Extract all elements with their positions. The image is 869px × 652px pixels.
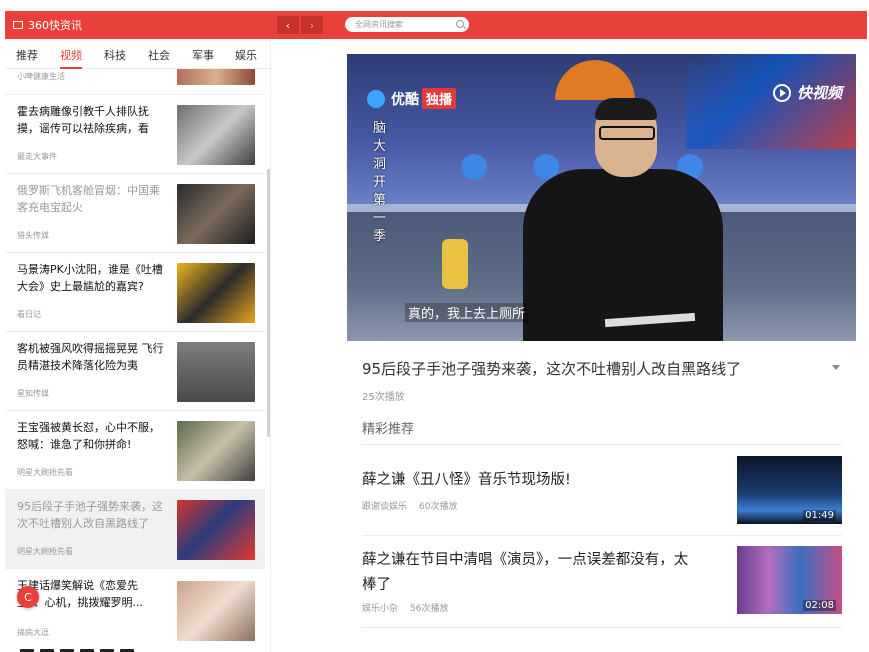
recommendation-duration: 01:49 [803, 510, 836, 521]
app-title: 360快资讯 [28, 19, 82, 32]
stage-ball [461, 154, 487, 180]
list-item[interactable]: 马景涛PK小沈阳，谁是《吐槽大会》史上最尴尬的嘉宾? 看日记 [5, 253, 265, 332]
list-item[interactable]: 王建话爆笑解说《恋爱先生》：心机，挑拨耀罗明... 搞病大逗 [5, 569, 265, 652]
exclusive-badge: 独播 [422, 88, 457, 109]
list-item[interactable]: 小啤健康生活 [5, 39, 265, 95]
nav-buttons: ‹ › [277, 16, 325, 34]
item-source: 明星大刷抢先看 [17, 547, 73, 556]
recommendation-thumbnail: 01:49 [737, 456, 842, 524]
recommendation-item[interactable]: 薛之谦在节目中清唱《演员》，一点误差都没有，太棒了 娱乐小杂 56次播放 02:… [362, 546, 842, 626]
category-tabs: 推荐 视频 科技 社会 军事 娱乐 [5, 39, 270, 69]
tab-recommend[interactable]: 推荐 [16, 47, 38, 63]
divider [362, 627, 842, 628]
youku-logo-text: 优酷 [391, 91, 419, 108]
item-source: 最走大事件 [17, 152, 57, 161]
stage-mascot [442, 239, 468, 289]
tab-society[interactable]: 社会 [148, 47, 170, 63]
forward-button[interactable]: › [301, 16, 323, 34]
search-input[interactable]: 全网资讯搜索 [345, 17, 469, 32]
item-title: 客机被强风吹得摇摇晃晃 飞行员精湛技术降落化险为夷 [17, 342, 164, 372]
list-scrollbar[interactable] [267, 169, 270, 437]
item-title: 俄罗斯飞机客舱冒烟：中国乘客充电宝起火 [17, 184, 160, 214]
recommendation-views: 60次播放 [419, 502, 458, 512]
item-thumbnail [177, 342, 255, 402]
item-source: 猎头传媒 [17, 231, 49, 240]
news-list-panel: 推荐 视频 科技 社会 军事 娱乐 小啤健康生活 霍去病雕像引教千人排队抚摸，谣… [5, 39, 271, 652]
recommendation-views: 56次播放 [410, 604, 449, 614]
section-title: 精彩推荐 [362, 422, 415, 437]
item-thumbnail [177, 184, 255, 244]
item-thumbnail [177, 105, 255, 165]
list-item[interactable]: 王宝强被黄长怼，心中不服，怒喊：谁急了和你拼命! 明星大刷抢先看 [5, 411, 265, 490]
recommendation-thumbnail: 02:08 [737, 546, 842, 614]
item-title: 霍去病雕像引教千人排队抚摸，谣传可以祛除疾病，看 [17, 105, 149, 135]
item-source: 小啤健康生活 [17, 72, 65, 81]
video-title: 95后段子手池子强势来袭，这次不吐槽别人改自黑路线了 [362, 360, 742, 378]
youku-logo: 优酷 独播 [367, 88, 457, 109]
recommendation-source: 跟谢谈娱乐 [362, 502, 408, 512]
show-title-vertical: 脑大洞开第一季 [373, 121, 387, 244]
video-views: 25次播放 [362, 392, 405, 403]
item-thumbnail [177, 581, 255, 641]
item-source: 看日记 [17, 310, 41, 319]
video-player[interactable]: 优酷 独播 快视频 脑大洞开第一季 真的，我上去上厕所 [347, 54, 856, 341]
chevron-down-icon[interactable] [832, 365, 840, 370]
recommendation-title: 薛之谦《丑八怪》音乐节现场版! [362, 472, 571, 488]
play-logo-icon [772, 83, 791, 102]
app-brand[interactable]: 360快资讯 [13, 17, 82, 33]
item-thumbnail [177, 263, 255, 323]
kuai-video-logo-text: 快视频 [796, 84, 842, 102]
item-thumbnail [177, 421, 255, 481]
recommendation-meta: 跟谢谈娱乐 60次播放 [362, 499, 469, 512]
item-thumbnail [177, 500, 255, 560]
tab-video[interactable]: 视频 [60, 47, 82, 69]
app-logo-icon [13, 21, 23, 29]
divider [362, 444, 842, 445]
item-source: 明星大刷抢先看 [17, 468, 73, 477]
search-icon[interactable] [456, 20, 464, 28]
tab-entertainment[interactable]: 娱乐 [235, 47, 257, 63]
list-item[interactable]: 客机被强风吹得摇摇晃晃 飞行员精湛技术降落化险为夷 星知传媒 [5, 332, 265, 411]
host-hair [595, 98, 657, 120]
kuai-video-logo: 快视频 [772, 82, 842, 103]
list-item[interactable]: 俄罗斯飞机客舱冒烟：中国乘客充电宝起火 猎头传媒 [5, 174, 265, 253]
tab-military[interactable]: 军事 [192, 47, 214, 63]
divider [362, 535, 842, 536]
list-item[interactable]: 霍去病雕像引教千人排队抚摸，谣传可以祛除疾病，看 最走大事件 [5, 95, 265, 174]
recommendation-source: 娱乐小杂 [362, 604, 399, 614]
recommendation-duration: 02:08 [803, 600, 836, 611]
search-placeholder: 全网资讯搜索 [355, 20, 403, 29]
tab-tech[interactable]: 科技 [104, 47, 126, 63]
host-glasses [599, 126, 655, 140]
video-subtitle: 真的，我上去上厕所 [405, 303, 529, 322]
back-button[interactable]: ‹ [277, 16, 299, 34]
item-title: 王建话爆笑解说《恋爱先生》：心机，挑拨耀罗明... [17, 579, 143, 609]
floating-action-button[interactable]: C [17, 586, 39, 608]
cutoff-text [20, 643, 180, 652]
recommendation-meta: 娱乐小杂 56次播放 [362, 601, 460, 614]
top-bar: 360快资讯 ‹ › 全网资讯搜索 [5, 11, 867, 39]
recommendation-title: 薛之谦在节目中清唱《演员》，一点误差都没有，太棒了 [362, 552, 689, 593]
item-title: 95后段子手池子强势来袭，这次不吐槽别人改自黑路线了 [17, 500, 163, 530]
item-title: 王宝强被黄长怼，心中不服，怒喊：谁急了和你拼命! [17, 421, 160, 451]
item-source: 星知传媒 [17, 389, 49, 398]
list-item-active[interactable]: 95后段子手池子强势来袭，这次不吐槽别人改自黑路线了 明星大刷抢先看 [5, 490, 265, 569]
item-source: 搞病大逗 [17, 628, 49, 637]
item-title: 马景涛PK小沈阳，谁是《吐槽大会》史上最尴尬的嘉宾? [17, 263, 163, 293]
youku-logo-icon [367, 89, 385, 108]
recommendation-item[interactable]: 薛之谦《丑八怪》音乐节现场版! 跟谢谈娱乐 60次播放 01:49 [362, 456, 842, 534]
